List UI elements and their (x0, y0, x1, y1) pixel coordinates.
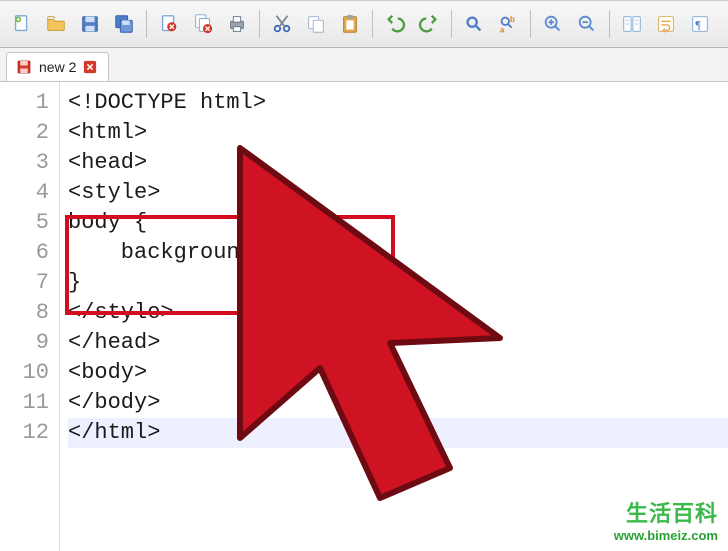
watermark-title: 生活百科 (614, 500, 718, 529)
paste-icon[interactable] (334, 8, 366, 40)
tab-bar: new 2 (0, 48, 728, 82)
find-icon[interactable] (458, 8, 490, 40)
svg-text:a: a (500, 25, 505, 34)
close-all-icon[interactable] (187, 8, 219, 40)
code-line[interactable]: </html> (68, 418, 728, 448)
line-number: 8 (0, 298, 49, 328)
tab-close-icon[interactable] (82, 59, 98, 75)
svg-text:¶: ¶ (695, 18, 701, 32)
show-all-chars-icon[interactable]: ¶ (684, 8, 716, 40)
line-number: 10 (0, 358, 49, 388)
cut-icon[interactable] (266, 8, 298, 40)
tab-label: new 2 (39, 59, 76, 75)
code-line[interactable]: } (68, 268, 728, 298)
undo-icon[interactable] (379, 8, 411, 40)
print-icon[interactable] (221, 8, 253, 40)
code-line[interactable]: <html> (68, 118, 728, 148)
new-file-icon[interactable] (6, 8, 38, 40)
line-number: 11 (0, 388, 49, 418)
code-line[interactable]: <head> (68, 148, 728, 178)
code-line[interactable]: </style> (68, 298, 728, 328)
code-line[interactable]: </body> (68, 388, 728, 418)
code-line[interactable]: body { (68, 208, 728, 238)
line-number: 7 (0, 268, 49, 298)
tab-unsaved-icon (15, 58, 33, 76)
line-number: 6 (0, 238, 49, 268)
close-icon[interactable] (153, 8, 185, 40)
line-number: 9 (0, 328, 49, 358)
redo-icon[interactable] (413, 8, 445, 40)
code-content[interactable]: <!DOCTYPE html><html><head><style>body {… (60, 82, 728, 551)
zoom-out-icon[interactable] (571, 8, 603, 40)
code-line[interactable]: <body> (68, 358, 728, 388)
line-number-gutter: 123456789101112 (0, 82, 60, 551)
line-number: 12 (0, 418, 49, 448)
copy-icon[interactable] (300, 8, 332, 40)
code-editor[interactable]: 123456789101112 <!DOCTYPE html><html><he… (0, 82, 728, 551)
save-all-icon[interactable] (108, 8, 140, 40)
code-line[interactable]: background-color: (68, 238, 728, 268)
code-line[interactable]: </head> (68, 328, 728, 358)
zoom-in-icon[interactable] (537, 8, 569, 40)
line-number: 1 (0, 88, 49, 118)
line-number: 2 (0, 118, 49, 148)
line-number: 4 (0, 178, 49, 208)
main-toolbar: ba ¶ (0, 0, 728, 48)
code-line[interactable]: <!DOCTYPE html> (68, 88, 728, 118)
word-wrap-icon[interactable] (650, 8, 682, 40)
watermark-url: www.bimeiz.com (614, 528, 718, 545)
sync-scroll-icon[interactable] (616, 8, 648, 40)
line-number: 3 (0, 148, 49, 178)
open-file-icon[interactable] (40, 8, 72, 40)
line-number: 5 (0, 208, 49, 238)
svg-text:b: b (510, 15, 515, 24)
save-icon[interactable] (74, 8, 106, 40)
replace-icon[interactable]: ba (492, 8, 524, 40)
watermark: 生活百科 www.bimeiz.com (614, 500, 718, 545)
code-line[interactable]: <style> (68, 178, 728, 208)
tab-new2[interactable]: new 2 (6, 52, 109, 81)
